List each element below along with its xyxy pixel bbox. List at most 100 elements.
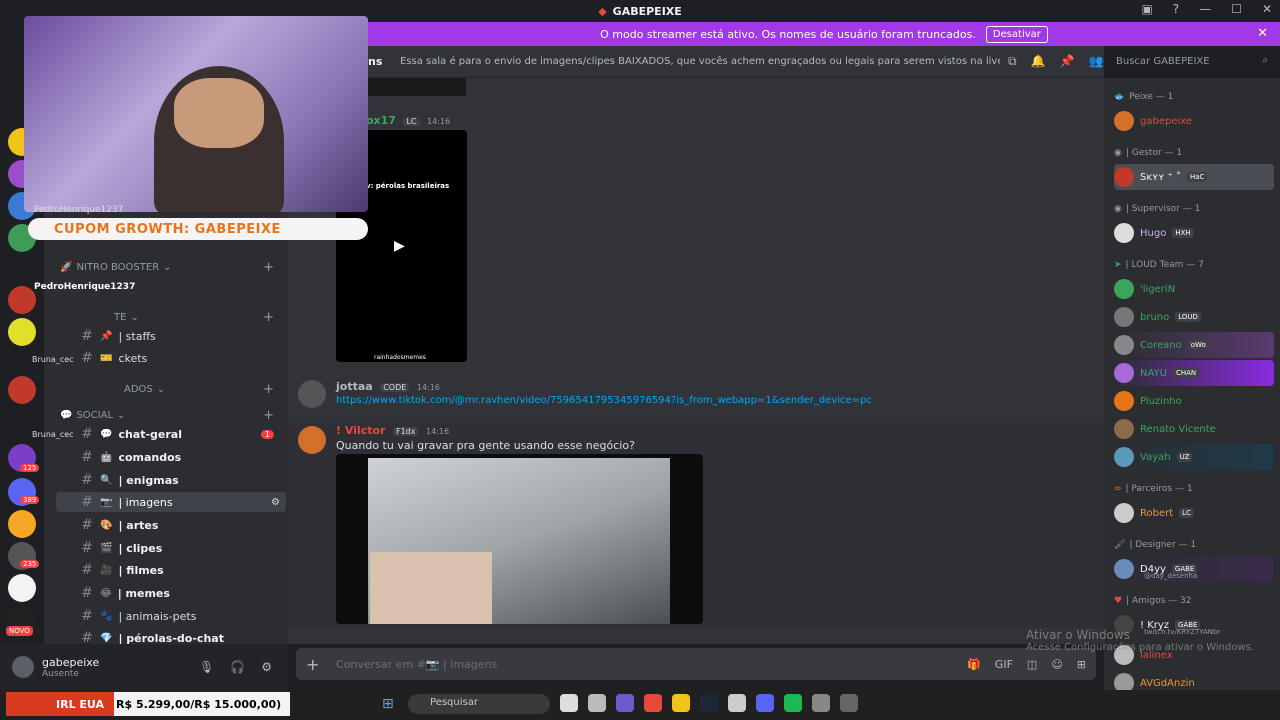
timestamp: 14:16 <box>427 117 451 126</box>
play-icon[interactable]: ▶ <box>394 238 405 254</box>
gift-icon[interactable]: 🎁 <box>967 658 981 671</box>
member-item[interactable]: Piuzinho <box>1114 388 1274 414</box>
overlay-username: PedroHenrique1237 <box>34 282 136 292</box>
taskbar-app-icon[interactable] <box>560 694 578 712</box>
member-item[interactable]: Renato Vicente <box>1114 416 1274 442</box>
member-category: 🐟 Peixe — 1 <box>1114 92 1174 102</box>
channel-topic[interactable]: Essa sala é para o envio de imagens/clip… <box>400 56 1000 67</box>
avatar <box>1114 673 1134 690</box>
server-icon[interactable] <box>8 574 36 602</box>
add-channel-icon[interactable]: + <box>263 382 274 397</box>
avatar[interactable] <box>12 656 34 678</box>
member-item[interactable]: Sᴋʏʏ ⁺ ˚ HaC <box>1114 164 1274 190</box>
microphone-icon[interactable]: 🎙 <box>199 660 214 674</box>
emoji-icon[interactable]: ☺ <box>1051 658 1062 671</box>
channel-enigmas[interactable]: # 🔍 | enigmas <box>56 470 286 490</box>
circle-icon: ◉ <box>1114 148 1122 158</box>
message-author[interactable]: ox17 <box>366 114 396 127</box>
minimize-icon[interactable]: — <box>1199 2 1211 16</box>
apps-icon[interactable]: ⊞ <box>1077 658 1086 671</box>
channel-tickets[interactable]: # 🎫 ckets <box>56 348 286 368</box>
windows-start-icon[interactable]: ⊞ <box>382 696 394 712</box>
taskbar-app-icon[interactable] <box>644 694 662 712</box>
avatar <box>1114 167 1134 187</box>
circle-icon: ◉ <box>1114 204 1122 214</box>
channel-clipes[interactable]: # 🎬 | clipes <box>56 538 286 558</box>
category-social[interactable]: 💬 SOCIAL ⌄ <box>60 410 125 421</box>
search-input[interactable]: Buscar GABEPEIXE ⌕ <box>1110 52 1274 72</box>
channel-artes[interactable]: # 🎨 | artes <box>56 515 286 535</box>
spotify-icon[interactable] <box>784 694 802 712</box>
taskbar-app-icon[interactable] <box>588 694 606 712</box>
taskbar-app-icon[interactable] <box>728 694 746 712</box>
members-icon[interactable]: 👥 <box>1088 54 1103 69</box>
taskbar-app-icon[interactable] <box>700 694 718 712</box>
member-category: ◉ | Supervisor — 1 <box>1114 204 1201 214</box>
chevron-down-icon: ⌄ <box>163 262 172 273</box>
channel-chat-geral[interactable]: # 💬 chat-geral 1 <box>56 424 286 444</box>
gif-icon[interactable]: GIF <box>995 658 1013 671</box>
server-icon[interactable] <box>8 286 36 314</box>
hash-icon: # <box>81 426 93 442</box>
server-icon[interactable] <box>8 510 36 538</box>
threads-icon[interactable]: ⧉ <box>1008 54 1017 69</box>
pin-icon[interactable]: 📌 <box>1060 54 1075 69</box>
member-item[interactable]: 'ligeriN <box>1114 276 1274 302</box>
add-attachment-icon[interactable]: + <box>306 655 319 674</box>
server-icon[interactable] <box>8 376 36 404</box>
taskbar-app-icon[interactable] <box>616 694 634 712</box>
member-item[interactable]: bruno LOUD <box>1114 304 1274 330</box>
channel-animais-pets[interactable]: # 🐾 | animais-pets <box>56 606 286 626</box>
member-item[interactable]: Coreano oWo <box>1114 332 1274 358</box>
sticker-icon[interactable]: ◫ <box>1027 658 1037 671</box>
member-item[interactable]: Hugo HXH <box>1114 220 1274 246</box>
settings-gear-icon[interactable]: ⚙ <box>261 660 272 674</box>
close-banner-icon[interactable]: ✕ <box>1257 26 1268 41</box>
channel-imagens[interactable]: # 📷 | imagens ⚙ <box>56 492 286 512</box>
add-channel-icon[interactable]: + <box>263 310 274 325</box>
add-channel-icon[interactable]: + <box>263 260 274 275</box>
inbox-icon[interactable]: ▣ <box>1141 2 1152 16</box>
channel-filmes[interactable]: # 🎥 | filmes <box>56 560 286 580</box>
avatar[interactable] <box>298 380 326 408</box>
discord-icon[interactable] <box>756 694 774 712</box>
category-nitro[interactable]: 🚀 NITRO BOOSTER ⌄ <box>60 262 172 273</box>
member-item[interactable]: Vayah UZ <box>1114 444 1274 470</box>
member-item[interactable]: AVGdAnzin <box>1114 670 1274 690</box>
channel-memes[interactable]: # 😂 | memes <box>56 583 286 603</box>
message-author[interactable]: ! Vilctor <box>336 424 385 437</box>
search-icon: ⌕ <box>1262 55 1268 66</box>
taskbar-app-icon[interactable] <box>840 694 858 712</box>
message-composer[interactable]: + Conversar em #📷 | imagens 🎁 GIF ◫ ☺ ⊞ <box>296 648 1096 680</box>
disable-streamer-button[interactable]: Desativar <box>985 25 1048 43</box>
member-item[interactable]: D4yy GABE @day_desenha <box>1114 556 1274 582</box>
member-item[interactable]: Robert LC <box>1114 500 1274 526</box>
hash-icon: # <box>81 608 93 624</box>
member-item[interactable]: NAYU CHAN <box>1114 360 1274 386</box>
hash-icon: # <box>81 328 93 344</box>
taskbar-search[interactable]: Pesquisar <box>408 694 550 714</box>
message-author[interactable]: jottaa <box>336 380 373 393</box>
image-attachment[interactable] <box>336 454 703 624</box>
help-icon[interactable]: ? <box>1173 2 1179 16</box>
taskbar-app-icon[interactable] <box>812 694 830 712</box>
member-item[interactable]: gabepeixe <box>1114 108 1274 134</box>
add-channel-icon[interactable]: + <box>263 408 274 423</box>
close-window-icon[interactable]: ✕ <box>1262 2 1272 16</box>
channel-comandos[interactable]: # 🤖 comandos <box>56 447 286 467</box>
avatar <box>1114 307 1134 327</box>
headphones-icon[interactable]: 🎧 <box>230 660 245 674</box>
message-link[interactable]: https://www.tiktok.com/@mr.ravhen/video/… <box>336 395 872 406</box>
channel-staffs[interactable]: # 📌 | staffs <box>56 326 286 346</box>
server-icon[interactable] <box>8 318 36 346</box>
avatar[interactable] <box>298 426 326 454</box>
maximize-icon[interactable]: ☐ <box>1231 2 1242 16</box>
message: jottaa CODE 14:16 <box>336 380 440 393</box>
settings-gear-icon[interactable]: ⚙ <box>271 497 280 508</box>
bell-icon[interactable]: 🔔 <box>1031 54 1046 69</box>
fish-icon: 🐟 <box>1114 92 1126 102</box>
rocket-icon: 🚀 <box>60 262 73 273</box>
taskbar-app-icon[interactable] <box>672 694 690 712</box>
category-ados[interactable]: ADOS ⌄ <box>60 384 165 395</box>
category-te[interactable]: TE ⌄ <box>60 312 139 323</box>
